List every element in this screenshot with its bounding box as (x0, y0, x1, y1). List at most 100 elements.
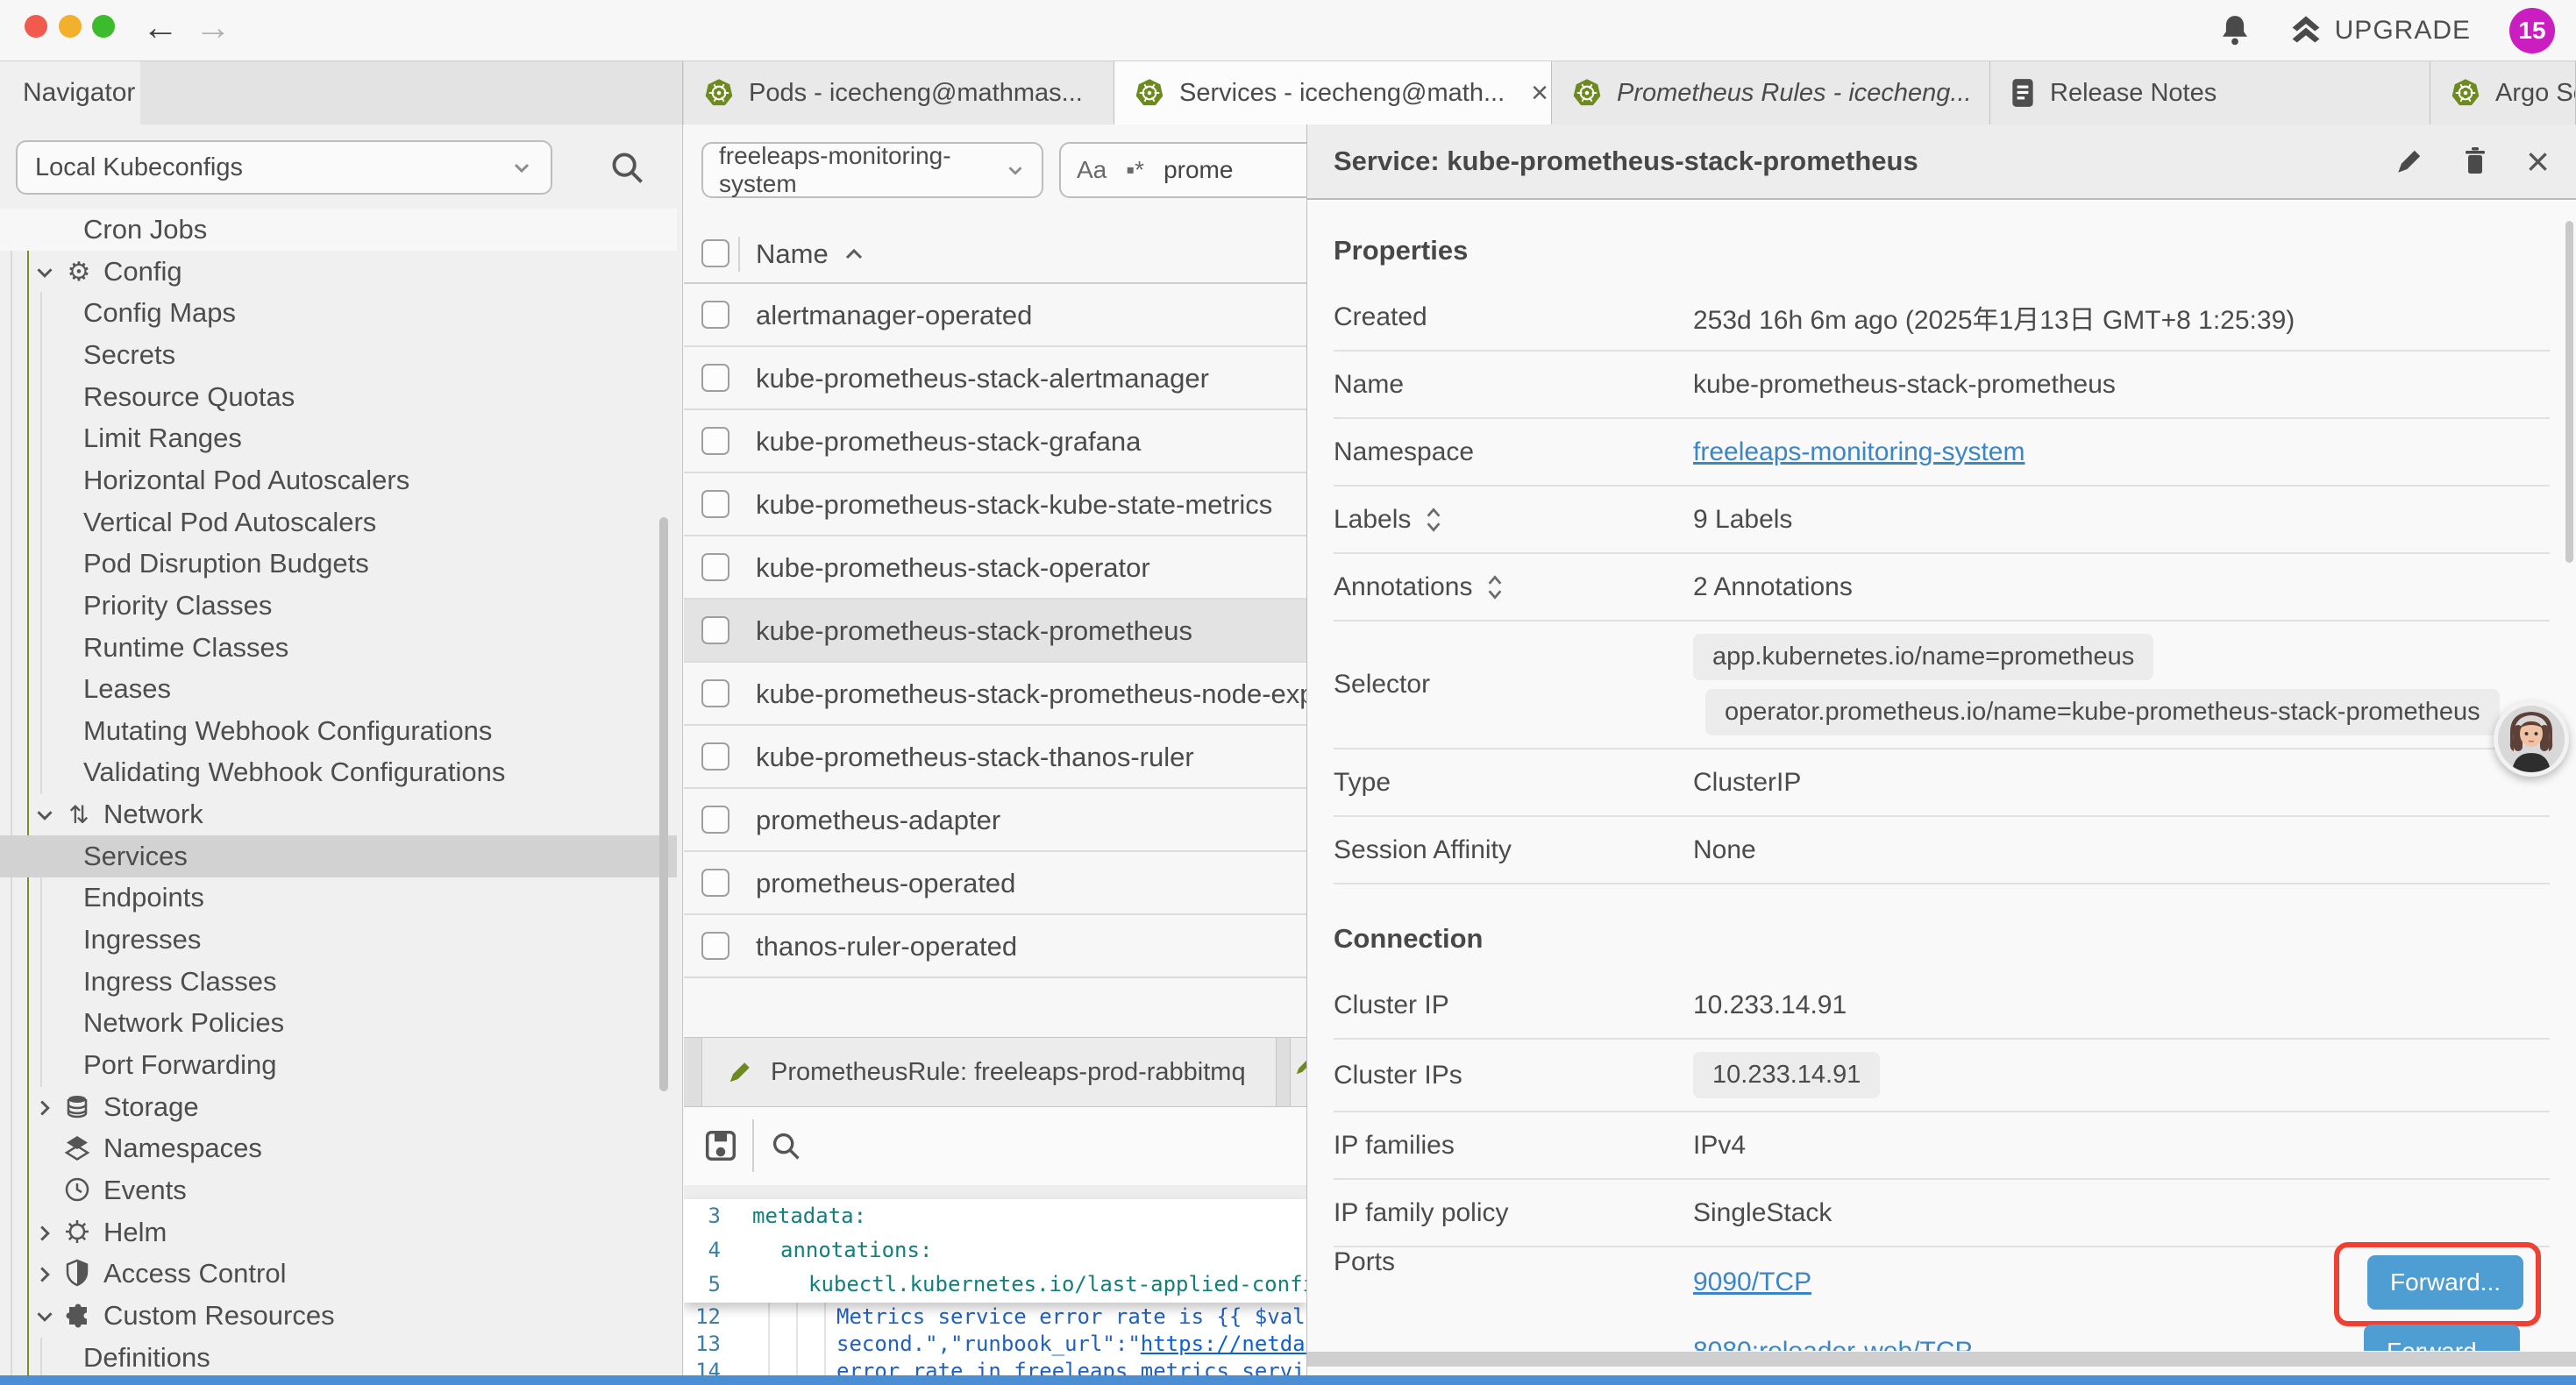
tab-prometheus-rules-icecheng[interactable]: Prometheus Rules - icecheng... (1552, 61, 1990, 124)
table-row[interactable]: prometheus-operated (684, 852, 1306, 915)
expand-collapse-icon[interactable] (1486, 572, 1504, 602)
sidebar-item-priority-classes[interactable]: Priority Classes (0, 585, 677, 627)
sidebar-item-network-policies[interactable]: Network Policies (0, 1002, 677, 1044)
sidebar-scrollbar[interactable] (659, 517, 668, 1091)
tab-argo-se[interactable]: Argo Se (2430, 61, 2576, 124)
window-zoom-button[interactable] (92, 15, 115, 38)
bell-icon[interactable] (2219, 13, 2251, 48)
table-row[interactable]: kube-prometheus-stack-alertmanager (684, 347, 1306, 410)
upgrade-button[interactable]: UPGRADE (2289, 15, 2471, 46)
sidebar-item-namespaces[interactable]: Namespaces (0, 1127, 677, 1169)
window-close-button[interactable] (25, 15, 47, 38)
tab-services-icecheng-math[interactable]: Services - icecheng@math...× (1114, 61, 1552, 125)
sidebar-item-secrets[interactable]: Secrets (0, 334, 677, 376)
sidebar-item-limit-ranges[interactable]: Limit Ranges (0, 417, 677, 459)
chevron-down-icon[interactable] (32, 1303, 58, 1330)
table-row[interactable]: kube-prometheus-stack-operator (684, 536, 1306, 600)
editor-search-icon[interactable] (770, 1130, 803, 1163)
detail-scrollbar-track[interactable] (1307, 1352, 2576, 1367)
table-row[interactable]: kube-prometheus-stack-grafana (684, 410, 1306, 473)
sidebar-item-services[interactable]: Services (0, 835, 677, 877)
kubeconfig-selector[interactable]: Local Kubeconfigs (16, 140, 552, 195)
sidebar-item-custom-resources[interactable]: Custom Resources (0, 1295, 677, 1337)
port-link[interactable]: 9090/TCP (1693, 1268, 1811, 1297)
chevron-right-icon[interactable] (32, 1095, 58, 1121)
sidebar-item-validating-webhook-configurations[interactable]: Validating Webhook Configurations (0, 751, 677, 793)
close-icon[interactable]: × (2526, 144, 2550, 179)
sidebar-item-port-forwarding[interactable]: Port Forwarding (0, 1044, 677, 1086)
row-checkbox[interactable] (701, 806, 729, 834)
sidebar-item-helm[interactable]: Helm (0, 1211, 677, 1254)
expand-collapse-icon[interactable] (1425, 505, 1442, 535)
row-checkbox[interactable] (701, 679, 729, 707)
editor-tab[interactable]: PrometheusRule: freeleaps-prod-rabbitmq (701, 1038, 1277, 1106)
back-button[interactable]: ← (142, 7, 179, 47)
sidebar-item-events[interactable]: Events (0, 1169, 677, 1211)
tab-release-notes[interactable]: Release Notes (1990, 61, 2430, 124)
sidebar-item-runtime-classes[interactable]: Runtime Classes (0, 627, 677, 669)
save-icon[interactable] (703, 1128, 738, 1163)
table-row[interactable]: kube-prometheus-stack-prometheus-node-ex… (684, 663, 1306, 726)
select-all-checkbox[interactable] (701, 239, 729, 267)
table-row[interactable]: kube-prometheus-stack-kube-state-metrics (684, 473, 1306, 536)
tab-pods-icecheng-mathmas[interactable]: Pods - icecheng@mathmas... (684, 61, 1114, 124)
detail-row-label: IP family policy (1334, 1198, 1509, 1228)
edit-icon[interactable] (2395, 146, 2424, 176)
namespace-filter-dropdown[interactable]: freeleaps-monitoring-system (701, 142, 1043, 198)
table-row[interactable]: prometheus-adapter (684, 789, 1306, 852)
regex-toggle[interactable]: ▪* (1126, 156, 1144, 184)
navigator-tab[interactable]: Navigator (0, 61, 140, 124)
resource-search-input[interactable]: Aa ▪* prome (1059, 142, 1306, 198)
editor-tab-partial[interactable] (1290, 1038, 1306, 1106)
close-tab-icon[interactable]: × (1531, 76, 1548, 110)
sidebar-item-resource-quotas[interactable]: Resource Quotas (0, 376, 677, 418)
sidebar-item-access-control[interactable]: Access Control (0, 1253, 677, 1295)
case-sensitive-toggle[interactable]: Aa (1077, 156, 1107, 184)
name-column-header[interactable]: Name (756, 238, 865, 270)
table-row[interactable]: thanos-ruler-operated (684, 915, 1306, 978)
sidebar-item-cron-jobs[interactable]: Cron Jobs (0, 209, 677, 251)
sidebar-item-leases[interactable]: Leases (0, 668, 677, 710)
forward-button[interactable]: Forward... (2367, 1255, 2523, 1310)
sidebar-item-vertical-pod-autoscalers[interactable]: Vertical Pod Autoscalers (0, 501, 677, 543)
row-checkbox[interactable] (701, 427, 729, 455)
namespace-link[interactable]: freeleaps-monitoring-system (1693, 437, 2025, 466)
detail-scrollbar[interactable] (2565, 221, 2573, 563)
forward-button[interactable]: → (195, 7, 231, 47)
trash-icon[interactable] (2461, 146, 2489, 177)
table-row[interactable]: kube-prometheus-stack-prometheus (684, 600, 1306, 663)
sidebar-item-definitions[interactable]: Definitions (0, 1337, 677, 1375)
row-checkbox[interactable] (701, 490, 729, 518)
notification-badge[interactable]: 15 (2509, 8, 2555, 53)
sidebar-item-pod-disruption-budgets[interactable]: Pod Disruption Budgets (0, 543, 677, 585)
chevron-right-icon[interactable] (32, 1220, 58, 1246)
window-minimize-button[interactable] (59, 15, 82, 38)
table-row[interactable]: alertmanager-operated (684, 284, 1306, 347)
sidebar-item-horizontal-pod-autoscalers[interactable]: Horizontal Pod Autoscalers (0, 459, 677, 501)
user-avatar[interactable] (2494, 701, 2569, 777)
sidebar-item-mutating-webhook-configurations[interactable]: Mutating Webhook Configurations (0, 710, 677, 752)
yaml-editor[interactable]: 3metadata:4annotations:5kubectl.kubernet… (684, 1199, 1306, 1375)
chevron-down-icon[interactable] (32, 802, 58, 828)
sidebar-search-icon[interactable] (608, 149, 647, 188)
sidebar-item-ingresses[interactable]: Ingresses (0, 919, 677, 961)
sidebar-item-config[interactable]: ⚙Config (0, 251, 677, 293)
sidebar-item-config-maps[interactable]: Config Maps (0, 292, 677, 334)
row-checkbox[interactable] (701, 364, 729, 392)
sidebar-item-network[interactable]: ⇅Network (0, 793, 677, 835)
sidebar-item-storage[interactable]: Storage (0, 1086, 677, 1128)
row-checkbox[interactable] (701, 932, 729, 960)
table-row[interactable]: kube-prometheus-stack-thanos-ruler (684, 726, 1306, 789)
row-checkbox[interactable] (701, 553, 729, 581)
chevron-right-icon[interactable] (32, 1261, 58, 1288)
port-link[interactable]: 8080:reloader-web/TCP (1693, 1337, 1973, 1352)
chevron-down-icon[interactable] (32, 259, 58, 286)
row-checkbox[interactable] (701, 616, 729, 644)
row-checkbox[interactable] (701, 742, 729, 771)
sidebar-item-ingress-classes[interactable]: Ingress Classes (0, 961, 677, 1003)
detail-row-selector: Selectorapp.kubernetes.io/name=prometheu… (1334, 621, 2550, 749)
sidebar-item-endpoints[interactable]: Endpoints (0, 877, 677, 919)
row-checkbox[interactable] (701, 869, 729, 897)
row-checkbox[interactable] (701, 301, 729, 329)
forward-button[interactable]: Forward... (2364, 1325, 2520, 1352)
